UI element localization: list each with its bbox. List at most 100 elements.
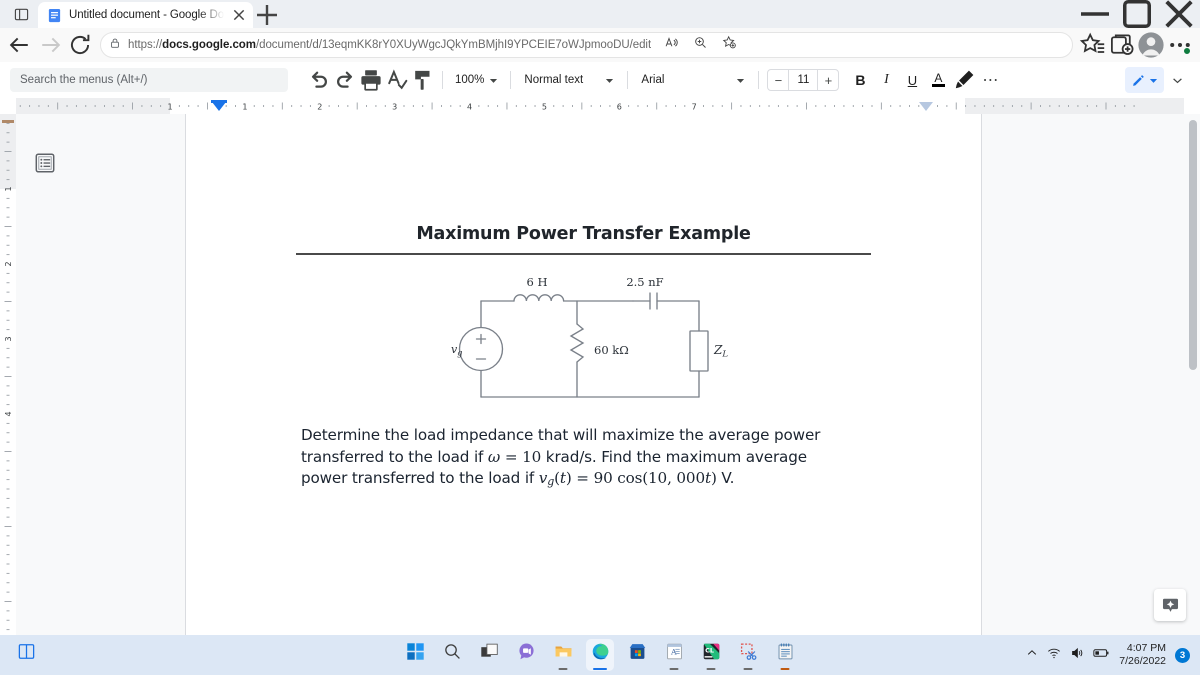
svg-text:2: 2 (317, 103, 322, 112)
vertical-scrollbar[interactable] (1189, 120, 1197, 370)
font-size-value[interactable]: 11 (788, 70, 819, 90)
search-input[interactable]: Search the menus (Alt+/) (10, 68, 288, 92)
resistor-label: 60 kΩ (594, 343, 629, 357)
collections-icon[interactable] (1108, 31, 1136, 59)
page-title: Maximum Power Transfer Example (416, 224, 751, 244)
close-icon[interactable] (231, 7, 247, 23)
add-favorite-icon[interactable] (716, 35, 743, 55)
chevron-down-icon (490, 78, 498, 83)
horizontal-ruler[interactable]: 1 1 2 3 4 5 6 7 (0, 98, 1200, 114)
zoom-value: 100% (455, 74, 485, 86)
profile-icon[interactable] (1137, 31, 1165, 59)
document-page[interactable]: Maximum Power Transfer Example 6 H 2.5 n… (186, 114, 981, 635)
snipping-tool-button[interactable] (734, 639, 762, 671)
edge-button[interactable] (586, 639, 614, 671)
search-placeholder: Search the menus (Alt+/) (20, 74, 148, 86)
zoom-select[interactable]: 100% (449, 68, 504, 92)
print-icon[interactable] (358, 67, 384, 93)
url-text: https://docs.google.com/document/d/13eqm… (128, 39, 652, 51)
start-button[interactable] (401, 639, 429, 671)
font-family-value: Arial (641, 74, 665, 86)
file-explorer-button[interactable] (549, 639, 577, 671)
toolbar-divider-4 (758, 71, 760, 89)
store-icon (629, 644, 645, 659)
browser-tab[interactable]: Untitled document - Google Doc (38, 2, 253, 28)
folder-icon (555, 646, 571, 657)
undo-icon[interactable] (306, 67, 332, 93)
chevron-down-icon (1149, 78, 1158, 83)
tray-date: 7/26/2022 (1119, 655, 1166, 667)
paragraph-style-select[interactable]: Normal text (517, 68, 621, 92)
font-size-increase-button[interactable]: + (818, 70, 838, 90)
tab-actions-button[interactable] (4, 0, 38, 28)
toolbar-divider (442, 71, 443, 89)
taskbar-apps: A CL (401, 639, 799, 671)
windows-logo-icon (406, 643, 424, 660)
problem-line-1: Determine the load impedance that will m… (301, 426, 821, 444)
font-family-select[interactable]: Arial (634, 68, 752, 92)
task-view-icon (480, 643, 498, 657)
edge-browser-window: Untitled document - Google Doc https://d… (0, 0, 1200, 675)
title-horizontal-rule (296, 253, 871, 255)
windows-taskbar: A CL 4:07 PM 7/26/2022 3 (0, 635, 1200, 675)
more-formatting-button[interactable]: ⋯ (977, 67, 1003, 93)
microsoft-store-button[interactable] (623, 639, 651, 671)
horizontal-ruler-svg: 1 1 2 3 4 5 6 7 (16, 98, 1184, 114)
document-outline-icon[interactable] (30, 148, 60, 178)
problem-line-3: power transferred to the load if vg(t) =… (301, 469, 735, 489)
address-bar[interactable]: https://docs.google.com/document/d/13eqm… (100, 32, 1073, 58)
settings-more-icon[interactable] (1166, 31, 1194, 59)
search-button[interactable] (438, 639, 466, 671)
vertical-ruler[interactable]: 1 2 3 4 (0, 114, 16, 649)
lock-icon (109, 36, 121, 54)
notepad-icon (778, 643, 792, 660)
text-color-button[interactable]: A (925, 67, 951, 93)
maximize-button[interactable] (1116, 0, 1158, 28)
font-size-decrease-button[interactable]: − (768, 70, 788, 90)
hide-menus-button[interactable] (1164, 67, 1190, 93)
new-tab-button[interactable] (253, 2, 281, 28)
desktop-peek-icon[interactable] (12, 639, 40, 671)
wifi-icon[interactable] (1047, 646, 1061, 665)
editing-mode-button[interactable] (1125, 67, 1164, 93)
volume-icon[interactable] (1070, 646, 1084, 665)
toolbar-divider-3 (627, 71, 629, 89)
battery-icon[interactable] (1093, 646, 1110, 664)
favorites-icon[interactable] (1079, 31, 1107, 59)
tab-title: Untitled document - Google Doc (69, 9, 224, 21)
back-button[interactable] (6, 31, 34, 59)
zoom-icon[interactable] (687, 35, 714, 55)
chat-button[interactable] (512, 639, 540, 671)
tray-time: 4:07 PM (1126, 641, 1166, 654)
toolbar-divider-2 (510, 71, 512, 89)
notepad-button[interactable] (771, 639, 799, 671)
left-indent-marker (212, 102, 226, 111)
italic-button[interactable]: I (873, 67, 899, 93)
tab-strip: Untitled document - Google Doc (0, 0, 1200, 28)
underline-button[interactable]: U (899, 67, 925, 93)
explore-icon[interactable] (1154, 589, 1186, 621)
docs-toolbar: Search the menus (Alt+/) 100% Normal tex… (0, 62, 1200, 98)
minimize-button[interactable] (1074, 0, 1116, 28)
highlight-icon[interactable] (951, 67, 977, 93)
word-button[interactable]: A (660, 639, 688, 671)
clock[interactable]: 4:07 PM 7/26/2022 (1119, 642, 1166, 668)
paint-format-icon[interactable] (410, 67, 436, 93)
spellcheck-icon[interactable] (384, 67, 410, 93)
redo-icon[interactable] (332, 67, 358, 93)
refresh-button[interactable] (66, 31, 94, 59)
bold-button[interactable]: B (847, 67, 873, 93)
chevron-up-icon[interactable] (1026, 646, 1038, 664)
clion-button[interactable]: CL (697, 639, 725, 671)
close-window-button[interactable] (1158, 0, 1200, 28)
read-aloud-icon[interactable] (658, 35, 685, 55)
notification-badge[interactable]: 3 (1175, 647, 1190, 663)
svg-text:CL: CL (705, 646, 714, 654)
task-view-button[interactable] (475, 639, 503, 671)
running-indicator (706, 667, 716, 670)
running-indicator (558, 667, 568, 670)
problem-line-2: transferred to the load if ω = 10 krad/s… (301, 447, 807, 466)
browser-action-icons (1079, 31, 1194, 59)
font-size-stepper[interactable]: − 11 + (767, 69, 840, 91)
svg-text:A: A (670, 648, 677, 657)
